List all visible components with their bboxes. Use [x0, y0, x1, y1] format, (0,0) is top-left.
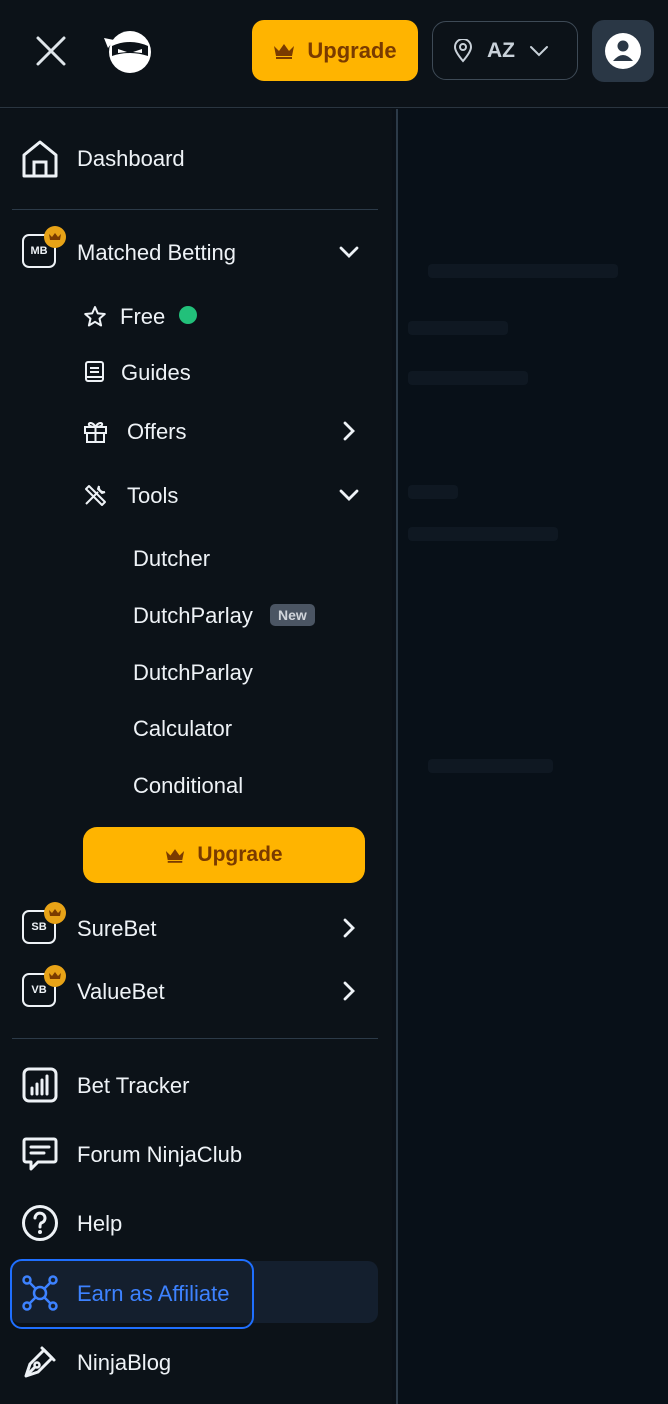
region-selector[interactable]: AZ — [432, 21, 578, 80]
sidebar-item-label: Help — [77, 1211, 123, 1236]
chevron-down-icon — [339, 489, 359, 501]
sidebar-item-label: Matched Betting — [77, 240, 236, 265]
sidebar-item-offers[interactable]: Offers — [0, 409, 392, 453]
sidebar-subitem-calculator[interactable]: Calculator — [0, 707, 392, 749]
sidebar-item-label: Conditional — [133, 773, 244, 798]
premium-crown-icon — [44, 902, 66, 924]
sidebar-subitem-dutcher[interactable]: Dutcher — [0, 537, 392, 579]
chat-icon — [22, 1137, 58, 1171]
upgrade-button[interactable]: Upgrade — [252, 20, 418, 81]
close-menu-button[interactable] — [28, 28, 74, 74]
chevron-right-icon — [343, 981, 355, 1001]
location-pin-icon — [453, 38, 473, 63]
premium-crown-icon — [44, 965, 66, 987]
sidebar-item-surebet[interactable]: SB SureBet — [0, 900, 392, 956]
affiliate-network-icon — [22, 1275, 58, 1311]
gift-icon — [84, 421, 107, 443]
sidebar-subitem-dutchparlay-new[interactable]: DutchParlay — [0, 594, 392, 636]
status-dot-icon — [179, 306, 197, 324]
sidebar-item-affiliate[interactable]: Earn as Affiliate — [0, 1265, 392, 1321]
chevron-right-icon — [343, 421, 355, 441]
upgrade-label: Upgrade — [307, 37, 397, 63]
sidebar-item-matched-betting[interactable]: MB Matched Betting — [0, 224, 392, 280]
sidebar-item-label: SureBet — [77, 916, 157, 941]
close-icon — [36, 36, 66, 66]
sidebar-item-label: Tools — [127, 483, 179, 508]
chevron-down-icon — [530, 45, 548, 56]
book-icon — [85, 361, 104, 382]
sidebar-item-label: ValueBet — [77, 979, 165, 1004]
divider — [12, 1038, 378, 1039]
star-icon — [84, 306, 106, 327]
sidebar-item-dashboard[interactable]: Dashboard — [0, 130, 392, 188]
sidebar-item-label: Forum NinjaClub — [77, 1142, 243, 1167]
sidebar-item-label: Bet Tracker — [77, 1073, 190, 1098]
ninja-logo-icon — [104, 31, 151, 73]
help-icon — [22, 1205, 58, 1241]
sidebar-item-forum[interactable]: Forum NinjaClub — [0, 1127, 392, 1181]
ninja-logo[interactable] — [100, 26, 156, 76]
sidebar-item-label: NinjaBlog — [77, 1350, 172, 1375]
upgrade-label: Upgrade — [197, 843, 283, 866]
sidebar-item-free[interactable]: Free — [0, 294, 392, 338]
sidebar-item-label: Dutcher — [133, 546, 211, 571]
sidebar-item-tools[interactable]: Tools — [0, 473, 392, 517]
sidebar-item-label: DutchParlay — [133, 660, 253, 685]
sidebar-item-label: DutchParlay — [133, 603, 253, 628]
sidebar-upgrade-button[interactable]: Upgrade — [83, 827, 365, 883]
sidebar-item-label: Calculator — [133, 716, 233, 741]
sidebar-item-label: Offers — [127, 419, 187, 444]
sidebar-item-label: Guides — [121, 360, 191, 385]
sidebar-item-label: Dashboard — [77, 146, 185, 171]
user-icon — [605, 33, 641, 69]
sidebar-item-blog[interactable]: NinjaBlog — [0, 1335, 392, 1389]
new-badge: New — [270, 604, 315, 626]
pen-icon — [24, 1346, 56, 1378]
crown-icon — [166, 848, 185, 863]
bar-chart-icon — [22, 1067, 58, 1103]
content-overlay[interactable] — [398, 109, 668, 1404]
sidebar-item-label: Earn as Affiliate — [77, 1281, 230, 1306]
home-icon — [20, 137, 60, 181]
sidebar-item-valuebet[interactable]: VB ValueBet — [0, 963, 392, 1019]
sidebar-item-help[interactable]: Help — [0, 1196, 392, 1250]
tools-icon — [85, 485, 106, 506]
chevron-right-icon — [343, 918, 355, 938]
sidebar-subitem-dutchparlay[interactable]: DutchParlay — [0, 651, 392, 693]
divider — [12, 209, 378, 210]
sidebar-item-label: Free — [120, 304, 166, 329]
chevron-down-icon — [339, 246, 359, 258]
premium-crown-icon — [44, 226, 66, 248]
crown-icon — [274, 43, 295, 59]
top-header: Upgrade AZ — [0, 0, 668, 108]
region-code: AZ — [487, 38, 515, 62]
sidebar-subitem-conditional[interactable]: Conditional — [0, 764, 392, 806]
user-avatar-button[interactable] — [592, 20, 654, 82]
sidebar-item-bet-tracker[interactable]: Bet Tracker — [0, 1058, 392, 1112]
sidebar-item-guides[interactable]: Guides — [0, 350, 392, 394]
